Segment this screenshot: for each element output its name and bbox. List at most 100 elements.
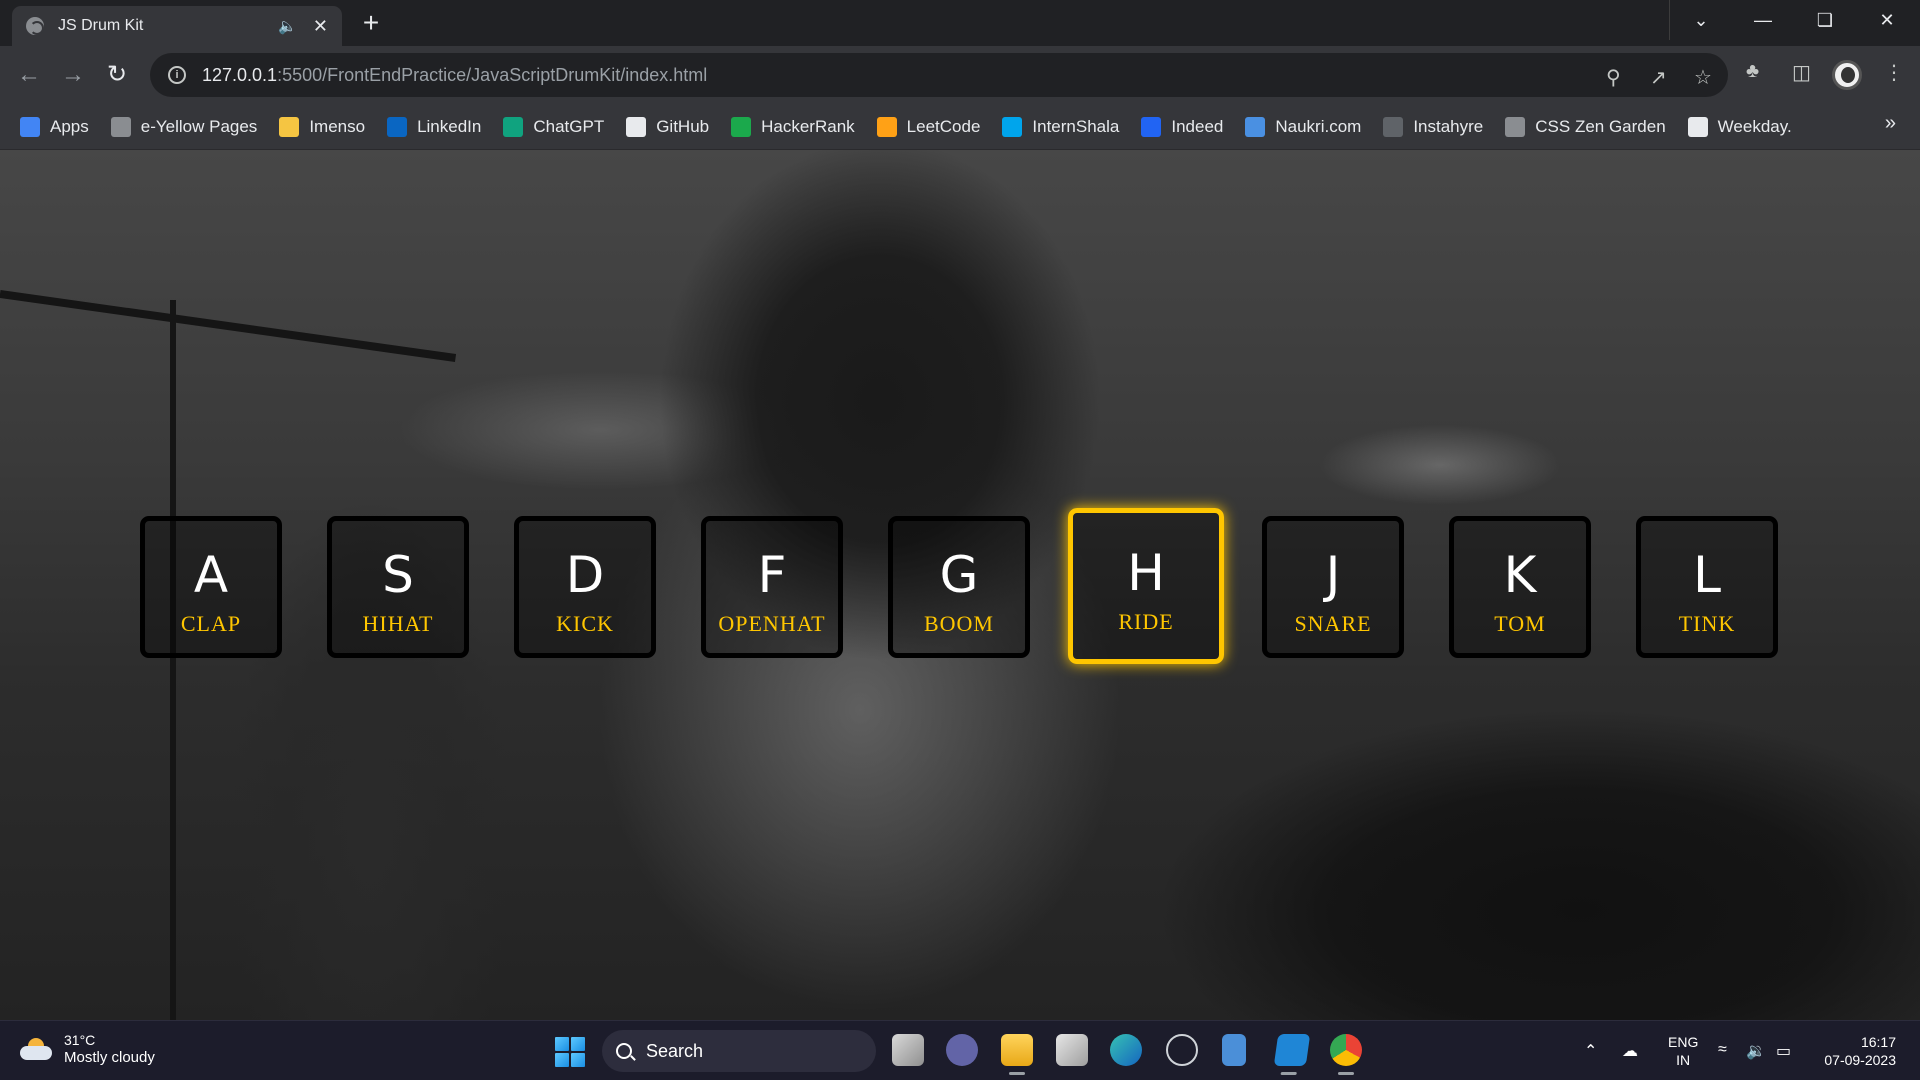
show-hidden-icons-chevron-icon[interactable]: ⌃ (1584, 1041, 1597, 1061)
bookmark-label: HackerRank (761, 116, 855, 136)
windows-start-icon[interactable] (555, 1037, 585, 1067)
sound-label: HIHAT (362, 611, 434, 636)
bookmark-item[interactable]: e-Yellow Pages (110, 116, 258, 137)
tab-title: JS Drum Kit (58, 17, 144, 34)
volume-icon[interactable]: 🔉 (1746, 1041, 1766, 1061)
task-view-icon[interactable] (892, 1034, 924, 1066)
drum-key-a[interactable]: A CLAP (140, 516, 282, 658)
windows-taskbar: 31°C Mostly cloudy Search ⌃ ☁ ENG IN ≈ 🔉… (0, 1020, 1920, 1080)
file-explorer-icon[interactable] (1001, 1034, 1033, 1075)
zoom-icon[interactable]: ⚲ (1606, 65, 1621, 90)
dell-icon[interactable] (1166, 1034, 1198, 1066)
side-panel-icon[interactable]: ◫ (1792, 60, 1811, 85)
bookmark-item[interactable]: Apps (20, 116, 89, 137)
taskbar-search[interactable]: Search (602, 1030, 876, 1072)
battery-icon[interactable]: ▭ (1776, 1041, 1791, 1061)
vscode-icon[interactable] (1273, 1034, 1311, 1066)
bookmark-label: Imenso (309, 116, 366, 136)
weather-condition: Mostly cloudy (64, 1049, 155, 1066)
tab-strip: JS Drum Kit 🔈 ✕ + ⌄ — ❏ ✕ (0, 0, 1920, 46)
chrome-icon[interactable] (1330, 1034, 1362, 1075)
browser-tab[interactable]: JS Drum Kit 🔈 ✕ (12, 6, 342, 46)
drum-key-g[interactable]: G BOOM (888, 516, 1030, 658)
bookmark-item[interactable]: InternShala (1002, 116, 1120, 137)
share-icon[interactable]: ↗ (1650, 65, 1667, 90)
restore-icon[interactable]: ❏ (1794, 0, 1856, 40)
mic-stand-image-detail (0, 290, 457, 362)
forward-arrow-icon[interactable]: → (56, 58, 90, 92)
drum-key-j[interactable]: J SNARE (1262, 516, 1404, 658)
bookmark-item[interactable]: Naukri.com (1245, 116, 1361, 137)
extensions-puzzle-icon[interactable]: ♣ (1746, 60, 1759, 83)
drum-key-k[interactable]: K TOM (1449, 516, 1591, 658)
input-language[interactable]: ENG IN (1668, 1033, 1698, 1069)
bookmark-item[interactable]: LeetCode (876, 116, 981, 137)
drum-key-s[interactable]: S HIHAT (327, 516, 469, 658)
partly-cloudy-icon (20, 1038, 52, 1060)
bookmark-label: LinkedIn (417, 116, 482, 136)
drum-key-f[interactable]: F OPENHAT (701, 516, 843, 658)
speaker-mute-icon[interactable]: 🔈 (278, 17, 297, 35)
bookmark-label: InternShala (1032, 116, 1120, 136)
address-bar[interactable]: i 127.0.0.1:5500/FrontEndPractice/JavaSc… (150, 53, 1728, 97)
key-letter: K (1503, 546, 1537, 604)
sound-label: OPENHAT (718, 611, 826, 636)
bookmark-item[interactable]: HackerRank (731, 116, 855, 137)
profile-avatar[interactable] (1832, 60, 1862, 90)
notepad-icon[interactable] (1222, 1034, 1246, 1066)
drum-key-h[interactable]: H RIDE (1068, 508, 1224, 664)
tab-search-icon[interactable]: ⌄ (1670, 0, 1732, 40)
sound-label: RIDE (1118, 609, 1174, 634)
key-letter: G (939, 546, 979, 604)
taskbar-search-label: Search (646, 1040, 704, 1061)
back-arrow-icon[interactable]: ← (12, 58, 46, 92)
bookmark-item[interactable]: Instahyre (1383, 116, 1483, 137)
minimize-icon[interactable]: — (1732, 0, 1794, 40)
browser-toolbar: ← → ↻ i 127.0.0.1:5500/FrontEndPractice/… (0, 46, 1920, 104)
close-tab-icon[interactable]: ✕ (313, 16, 328, 37)
close-window-icon[interactable]: ✕ (1856, 0, 1918, 40)
new-tab-button[interactable]: + (354, 9, 388, 39)
bookmark-label: LeetCode (906, 116, 981, 136)
reload-icon[interactable]: ↻ (100, 58, 134, 92)
linkedin-icon (387, 116, 408, 137)
sound-label: CLAP (180, 611, 242, 636)
bookmark-item[interactable]: LinkedIn (387, 116, 482, 137)
indeed-icon (1141, 116, 1162, 137)
instahyre-icon (1383, 116, 1404, 137)
globe-icon (110, 116, 131, 137)
chatgpt-icon (503, 116, 524, 137)
key-letter: F (757, 546, 787, 604)
sound-label: BOOM (923, 611, 994, 636)
teams-chat-icon[interactable] (946, 1034, 978, 1066)
naukri-icon (1245, 116, 1266, 137)
key-letter: H (1127, 544, 1165, 602)
edge-browser-icon[interactable] (1110, 1034, 1142, 1066)
bookmark-item[interactable]: CSS Zen Garden (1505, 116, 1666, 137)
menu-kebab-icon[interactable]: ⋮ (1884, 60, 1904, 85)
microsoft-store-icon[interactable] (1056, 1034, 1088, 1066)
bookmark-item[interactable]: ChatGPT (503, 116, 604, 137)
bookmark-star-icon[interactable]: ☆ (1694, 65, 1712, 90)
bookmark-label: e-Yellow Pages (140, 116, 258, 136)
sound-label: SNARE (1294, 611, 1372, 636)
wifi-icon[interactable]: ≈ (1718, 1041, 1727, 1059)
bookmark-item[interactable]: Weekday. (1687, 116, 1792, 137)
sound-label: KICK (556, 611, 614, 636)
bookmark-label: CSS Zen Garden (1535, 116, 1666, 136)
bookmark-item[interactable]: GitHub (626, 116, 709, 137)
bookmarks-bar: Apps e-Yellow Pages Imenso LinkedIn ChatGPT G… (0, 104, 1920, 150)
site-info-icon[interactable]: i (168, 66, 186, 84)
more-bookmarks-icon[interactable]: » (1885, 112, 1896, 135)
system-clock[interactable]: 16:17 07-09-2023 (1816, 1033, 1896, 1069)
weather-widget[interactable]: 31°C Mostly cloudy (20, 1031, 155, 1067)
onedrive-cloud-icon[interactable]: ☁ (1622, 1041, 1638, 1061)
bookmark-item[interactable]: Imenso (279, 116, 366, 137)
drum-kit-page: A CLAP S HIHAT D KICK F OPENHAT G BOOM H RIDE J SNARE… (0, 150, 1920, 1020)
leetcode-icon (876, 116, 897, 137)
key-letter: A (193, 546, 229, 604)
drum-key-d[interactable]: D KICK (514, 516, 656, 658)
bookmark-item[interactable]: Indeed (1141, 116, 1223, 137)
key-letter: S (382, 546, 414, 604)
drum-key-l[interactable]: L TINK (1636, 516, 1778, 658)
